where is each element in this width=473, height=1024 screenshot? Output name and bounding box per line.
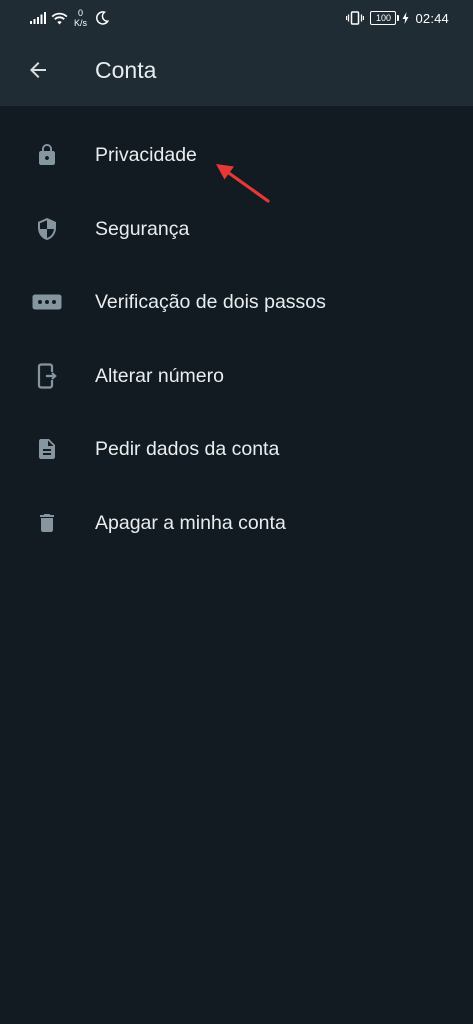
- menu-item-security[interactable]: Segurança: [0, 192, 473, 266]
- battery-icon: 100: [370, 11, 400, 25]
- vibrate-icon: [346, 11, 365, 25]
- status-right: 100 02:44: [346, 7, 449, 29]
- lock-icon: [31, 142, 63, 168]
- menu-item-label: Verificação de dois passos: [95, 291, 326, 314]
- page-title: Conta: [95, 57, 157, 83]
- menu-item-label: Pedir dados da conta: [95, 438, 280, 461]
- menu-item-privacy[interactable]: Privacidade: [0, 118, 473, 192]
- status-left: 0 K/s: [30, 7, 110, 29]
- shield-icon: [31, 216, 63, 242]
- menu-item-change-number[interactable]: Alterar número: [0, 339, 473, 413]
- app-bar: Conta: [0, 34, 473, 106]
- menu-item-delete-account[interactable]: Apagar a minha conta: [0, 486, 473, 560]
- dots-icon: [31, 289, 63, 315]
- wifi-icon: [51, 12, 68, 25]
- battery-level: 100: [375, 13, 391, 23]
- menu-item-label: Segurança: [95, 217, 190, 240]
- trash-icon: [31, 510, 63, 536]
- arrow-back-icon: [30, 62, 46, 78]
- menu-item-two-step[interactable]: Verificação de dois passos: [0, 265, 473, 339]
- menu-item-label: Alterar número: [95, 364, 224, 387]
- back-button[interactable]: [16, 48, 60, 92]
- signal-icon: [30, 12, 46, 24]
- network-speed: 0 K/s: [74, 8, 87, 28]
- account-settings-screen: 0 K/s 100 02:44 Conta Privacidade Segura…: [0, 0, 473, 1024]
- network-speed-unit: K/s: [74, 18, 88, 28]
- change-number-icon: [31, 363, 63, 389]
- menu-item-label: Privacidade: [95, 144, 197, 166]
- network-speed-value: 0: [78, 8, 84, 18]
- document-icon: [31, 436, 63, 462]
- charging-icon: [402, 12, 409, 24]
- status-time: 02:44: [415, 10, 449, 26]
- account-menu-list: Privacidade Segurança Verificação de doi…: [0, 118, 473, 560]
- menu-item-request-info[interactable]: Pedir dados da conta: [0, 412, 473, 486]
- moon-icon: [95, 11, 110, 25]
- menu-item-label: Apagar a minha conta: [95, 511, 286, 534]
- status-bar: 0 K/s 100 02:44: [0, 0, 473, 34]
